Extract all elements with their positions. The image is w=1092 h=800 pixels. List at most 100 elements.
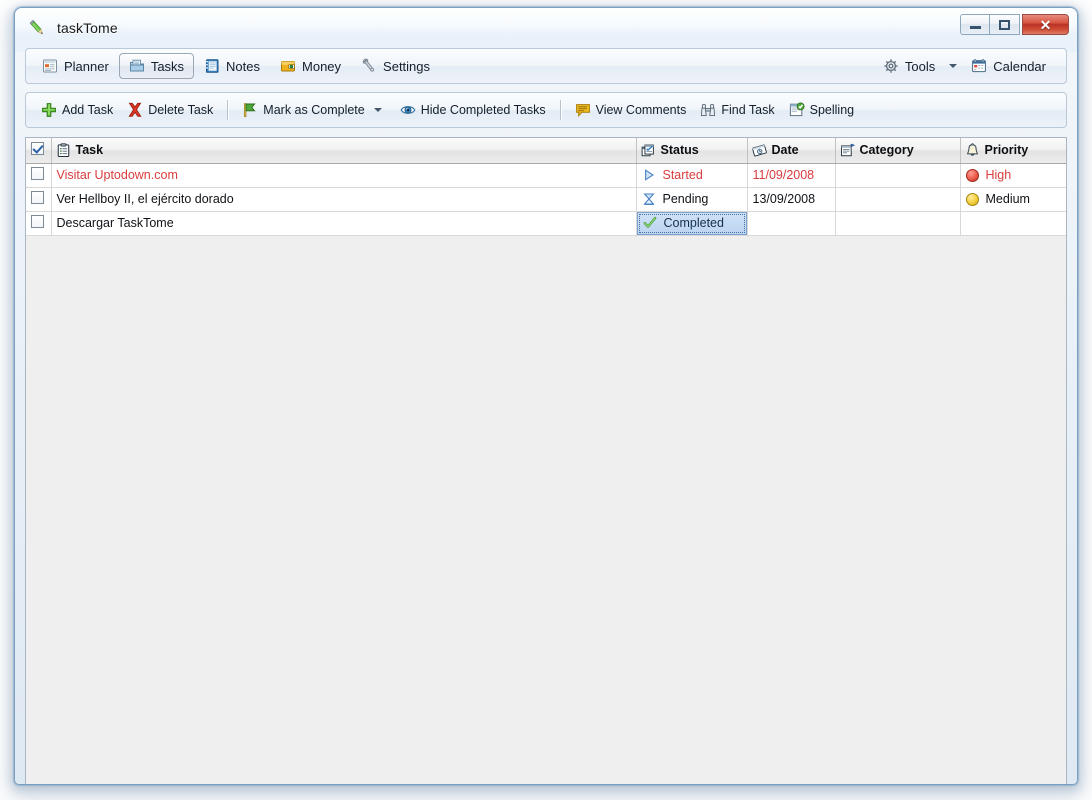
cell-priority[interactable] bbox=[960, 211, 1066, 236]
task-toolbar: Add Task Delete Task Mark as Complete Hi… bbox=[25, 92, 1067, 128]
table-row[interactable]: Ver Hellboy II, el ejército dorado Pendi… bbox=[26, 187, 1066, 212]
window-controls: ✕ bbox=[960, 13, 1069, 36]
minimize-button[interactable] bbox=[960, 14, 990, 35]
task-title: Ver Hellboy II, el ejército dorado bbox=[56, 192, 234, 206]
desktop-background: taskTome ✕ Planner Tasks Notes Money Set… bbox=[0, 0, 1092, 800]
comment-icon bbox=[575, 102, 591, 118]
main-navigation-bar: Planner Tasks Notes Money Settings Tools… bbox=[25, 48, 1067, 84]
bell-icon bbox=[965, 142, 980, 158]
spelling-button[interactable]: Spelling bbox=[782, 97, 861, 123]
cell-date[interactable]: 13/09/2008 bbox=[747, 187, 836, 212]
delete-task-button[interactable]: Delete Task bbox=[120, 97, 220, 123]
cell-priority[interactable]: Medium bbox=[960, 187, 1066, 212]
nav-item-tools[interactable]: Tools bbox=[873, 53, 945, 79]
find-task-button[interactable]: Find Task bbox=[693, 97, 781, 123]
date-icon bbox=[751, 143, 767, 158]
nav-label-notes: Notes bbox=[226, 58, 261, 74]
cell-status[interactable]: Completed bbox=[636, 211, 748, 236]
nav-label-tools: Tools bbox=[904, 58, 936, 74]
cell-category[interactable] bbox=[835, 163, 961, 188]
mark-as-complete-button[interactable]: Mark as Complete bbox=[235, 97, 392, 123]
hourglass-icon bbox=[642, 192, 656, 206]
date-value: 11/09/2008 bbox=[752, 168, 815, 182]
application-window: taskTome ✕ Planner Tasks Notes Money Set… bbox=[14, 7, 1078, 785]
column-header-task[interactable]: Task bbox=[51, 138, 637, 164]
cell-status[interactable]: Started bbox=[636, 163, 748, 188]
settings-icon bbox=[361, 58, 377, 74]
nav-label-planner: Planner bbox=[64, 58, 109, 74]
pencil-icon bbox=[27, 18, 47, 38]
status-icon bbox=[641, 143, 656, 158]
table-row[interactable]: Descargar TaskTome Completed bbox=[26, 211, 1066, 236]
cell-status[interactable]: Pending bbox=[636, 187, 748, 212]
status-label: Completed bbox=[663, 216, 724, 230]
hide-completed-tasks-label: Hide Completed Tasks bbox=[420, 103, 546, 117]
window-title: taskTome bbox=[57, 20, 118, 36]
cell-category[interactable] bbox=[835, 211, 961, 236]
nav-item-calendar[interactable]: Calendar bbox=[961, 53, 1056, 79]
find-task-label: Find Task bbox=[721, 103, 775, 117]
row-checkbox-icon[interactable] bbox=[31, 167, 44, 180]
minimize-icon bbox=[969, 26, 981, 29]
checkbox-header-icon[interactable] bbox=[31, 142, 44, 156]
row-checkbox-icon[interactable] bbox=[31, 191, 44, 204]
flag-icon bbox=[242, 102, 258, 118]
mark-as-complete-caret-down-icon[interactable] bbox=[373, 108, 382, 112]
view-comments-label: View Comments bbox=[595, 103, 687, 117]
close-icon: ✕ bbox=[1039, 16, 1052, 33]
nav-item-notes[interactable]: Notes bbox=[194, 53, 270, 79]
nav-label-settings: Settings bbox=[383, 58, 431, 74]
nav-label-money: Money bbox=[302, 58, 342, 74]
close-button[interactable]: ✕ bbox=[1022, 14, 1069, 35]
view-comments-button[interactable]: View Comments bbox=[568, 97, 694, 123]
row-checkbox-icon[interactable] bbox=[31, 215, 44, 228]
cell-date[interactable] bbox=[747, 211, 836, 236]
column-header-date[interactable]: Date bbox=[747, 138, 836, 164]
green-check-icon bbox=[643, 216, 657, 230]
eye-icon bbox=[400, 102, 416, 118]
calendar-icon bbox=[971, 58, 987, 74]
status-label: Started bbox=[662, 168, 703, 182]
cell-task[interactable]: Visitar Uptodown.com bbox=[51, 163, 637, 188]
maximize-icon bbox=[999, 19, 1010, 30]
cell-category[interactable] bbox=[835, 187, 961, 212]
nav-item-tasks[interactable]: Tasks bbox=[118, 53, 195, 79]
column-header-category[interactable]: Category bbox=[835, 138, 961, 164]
yellow-dot-icon bbox=[965, 192, 979, 206]
column-header-priority[interactable]: Priority bbox=[960, 138, 1066, 164]
task-list-panel: Task Status Date Category Priority Visit… bbox=[25, 137, 1067, 784]
toolbar-separator-1 bbox=[227, 100, 229, 120]
task-title: Descargar TaskTome bbox=[56, 216, 174, 230]
play-triangle-icon bbox=[642, 168, 656, 182]
add-task-button[interactable]: Add Task bbox=[34, 97, 120, 123]
row-checkbox-cell[interactable] bbox=[26, 187, 52, 212]
row-checkbox-cell[interactable] bbox=[26, 163, 52, 188]
tools-caret-down-icon[interactable] bbox=[949, 64, 958, 68]
nav-item-money[interactable]: Money bbox=[270, 53, 351, 79]
column-header-status[interactable]: Status bbox=[636, 138, 748, 164]
table-header-row: Task Status Date Category Priority bbox=[26, 138, 1066, 164]
table-row[interactable]: Visitar Uptodown.com Started 11/09/2008 … bbox=[26, 163, 1066, 188]
mark-as-complete-label: Mark as Complete bbox=[263, 103, 365, 117]
title-bar: taskTome ✕ bbox=[15, 8, 1077, 48]
cell-task[interactable]: Descargar TaskTome bbox=[51, 211, 637, 236]
binoculars-icon bbox=[700, 102, 716, 118]
hide-completed-tasks-button[interactable]: Hide Completed Tasks bbox=[393, 97, 553, 123]
cell-date[interactable]: 11/09/2008 bbox=[747, 163, 836, 188]
tasks-icon bbox=[129, 58, 145, 74]
column-label-status: Status bbox=[660, 143, 699, 158]
row-checkbox-cell[interactable] bbox=[26, 211, 52, 236]
nav-item-planner[interactable]: Planner bbox=[32, 53, 119, 79]
cell-task[interactable]: Ver Hellboy II, el ejército dorado bbox=[51, 187, 637, 212]
cell-priority[interactable]: High bbox=[960, 163, 1066, 188]
delete-task-label: Delete Task bbox=[148, 103, 214, 117]
table-body: Visitar Uptodown.com Started 11/09/2008 … bbox=[26, 163, 1066, 236]
maximize-button[interactable] bbox=[990, 14, 1020, 35]
toolbar-separator-2 bbox=[559, 100, 561, 120]
task-table: Task Status Date Category Priority Visit… bbox=[26, 138, 1066, 236]
notes-icon bbox=[204, 58, 220, 74]
column-label-date: Date bbox=[771, 143, 799, 158]
column-label-category: Category bbox=[859, 143, 914, 158]
column-header-checkbox[interactable] bbox=[26, 138, 52, 164]
nav-item-settings[interactable]: Settings bbox=[351, 53, 440, 79]
